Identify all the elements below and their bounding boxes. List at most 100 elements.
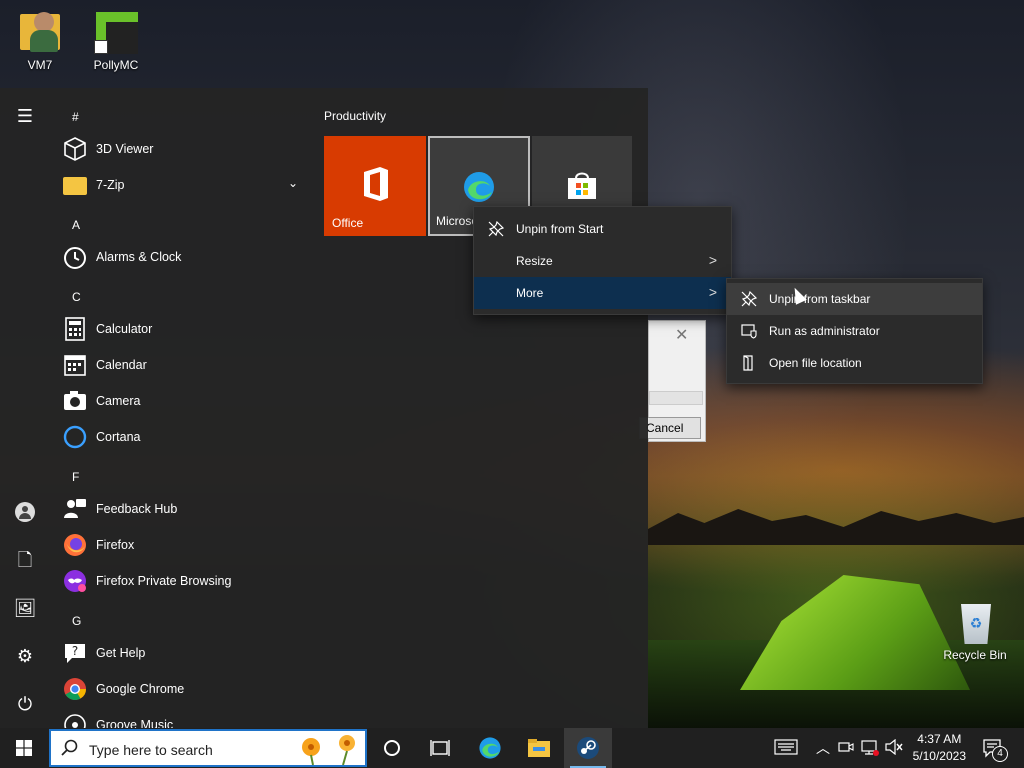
recycle-bin-icon: ♻ [953, 600, 997, 644]
app-calendar[interactable]: Calendar [62, 348, 312, 382]
file-explorer-icon [528, 739, 550, 760]
power-icon[interactable]: ⏻ [13, 692, 37, 716]
taskbar-steam-button[interactable] [564, 728, 612, 768]
chevron-up-icon[interactable]: ︿ [816, 738, 830, 758]
hamburger-menu-icon[interactable]: ☰ [13, 104, 37, 128]
clock-time: 4:37 AM [917, 732, 962, 746]
help-icon: ? [62, 640, 88, 666]
app-calculator[interactable]: Calculator [62, 312, 312, 346]
shield-window-icon [741, 323, 757, 339]
network-icon[interactable] [861, 740, 879, 759]
search-placeholder: Type here to search [89, 742, 213, 758]
app-name: Google Chrome [96, 682, 185, 696]
pictures-icon[interactable]: 🖼 [13, 596, 37, 620]
app-groove-music[interactable]: Groove Music [62, 708, 312, 728]
notification-badge: 4 [992, 746, 1008, 762]
app-cortana[interactable]: Cortana [62, 420, 312, 454]
chevron-down-icon[interactable]: ⌄ [288, 176, 298, 190]
more-submenu: Unpin from taskbar Run as administrator … [726, 278, 983, 384]
app-firefox-private[interactable]: Firefox Private Browsing [62, 564, 312, 598]
close-icon[interactable]: ✕ [675, 325, 688, 345]
menu-item-run-as-administrator[interactable]: Run as administrator [727, 315, 982, 347]
letter-header-f[interactable]: F [72, 470, 79, 484]
feedback-icon [62, 496, 88, 522]
app-feedback-hub[interactable]: Feedback Hub [62, 492, 312, 526]
start-menu: ☰ 🗋 🖼 ⚙ ⏻ # 3D Viewer 7-Zip ⌄ A Alarms &… [0, 88, 648, 728]
desktop-icon-vm7[interactable]: VM7 [2, 10, 78, 72]
chevron-right-icon: > [708, 284, 717, 300]
menu-item-unpin-from-taskbar[interactable]: Unpin from taskbar [727, 283, 982, 315]
tile-group-title[interactable]: Productivity [324, 109, 386, 123]
app-firefox[interactable]: Firefox [62, 528, 312, 562]
cancel-button-label: Cancel [646, 421, 684, 435]
menu-item-label: More [516, 286, 544, 300]
camera-icon [62, 388, 88, 414]
office-logo-icon [360, 166, 390, 202]
app-name: Get Help [96, 646, 146, 660]
menu-item-resize[interactable]: Resize > [474, 245, 731, 277]
app-name: Firefox Private Browsing [96, 574, 232, 588]
action-center-button[interactable]: 4 [982, 738, 1008, 762]
cortana-button[interactable] [368, 728, 416, 768]
app-name: 3D Viewer [96, 142, 154, 156]
app-name: Groove Music [96, 718, 174, 728]
folder-icon [62, 172, 88, 198]
steam-icon [576, 736, 600, 763]
tile-label: Microso [436, 214, 479, 228]
cortana-circle-icon [384, 740, 400, 756]
app-camera[interactable]: Camera [62, 384, 312, 418]
tile-label: Office [332, 216, 364, 230]
menu-item-label: Run as administrator [769, 324, 880, 338]
app-name: Alarms & Clock [96, 250, 182, 264]
dialog-input[interactable] [649, 391, 703, 405]
app-name: Firefox [96, 538, 135, 552]
taskbar-edge-button[interactable] [466, 728, 514, 768]
app-3d-viewer[interactable]: 3D Viewer [62, 132, 312, 166]
menu-item-label: Unpin from taskbar [769, 292, 871, 306]
start-rail: ☰ 🗋 🖼 ⚙ ⏻ [0, 88, 50, 728]
app-7zip[interactable]: 7-Zip ⌄ [62, 168, 312, 202]
app-name: Calculator [96, 322, 153, 336]
windows-logo-icon [16, 740, 32, 759]
taskbar-file-explorer-button[interactable] [515, 728, 563, 768]
documents-icon[interactable]: 🗋 [13, 548, 37, 572]
menu-item-more[interactable]: More > [474, 277, 731, 309]
app-alarms-clock[interactable]: Alarms & Clock [62, 240, 312, 274]
letter-header-a[interactable]: A [72, 218, 80, 232]
desktop-icon-pollymc[interactable]: PollyMC [78, 10, 154, 72]
menu-item-unpin-from-start[interactable]: Unpin from Start [474, 213, 731, 245]
edge-icon [478, 736, 502, 763]
letter-header-g[interactable]: G [72, 614, 81, 628]
app-google-chrome[interactable]: Google Chrome [62, 672, 312, 706]
settings-gear-icon[interactable]: ⚙ [13, 644, 37, 668]
background-dialog: ✕ Cancel [639, 320, 706, 442]
pollymc-icon [94, 10, 138, 54]
menu-item-open-file-location[interactable]: Open file location [727, 347, 982, 379]
clock-date: 5/10/2023 [912, 749, 966, 763]
desktop-icon-label: VM7 [27, 58, 53, 72]
mountain-silhouette [648, 509, 1024, 545]
app-get-help[interactable]: ? Get Help [62, 636, 312, 670]
task-view-button[interactable] [416, 728, 464, 768]
tile-office[interactable]: Office [324, 136, 426, 236]
keyboard-icon[interactable] [774, 739, 798, 758]
cancel-button[interactable]: Cancel [639, 417, 701, 439]
file-location-icon [741, 355, 757, 371]
store-bag-icon [566, 170, 598, 200]
letter-header-c[interactable]: C [72, 290, 81, 304]
start-button[interactable] [0, 728, 48, 768]
search-box[interactable]: Type here to search [49, 729, 367, 767]
green-tent-image [740, 575, 970, 690]
desktop-icon-recycle-bin[interactable]: ♻ Recycle Bin [937, 600, 1013, 662]
chrome-icon [62, 676, 88, 702]
user-account-icon[interactable] [13, 500, 37, 524]
volume-muted-icon[interactable] [884, 738, 904, 758]
letter-header-hash[interactable]: # [72, 110, 79, 124]
desktop-icon-label: Recycle Bin [943, 648, 1007, 662]
taskbar: Type here to search ︿ 4:37 AM 5/10/2023 … [0, 728, 1024, 768]
tile-context-menu: Unpin from Start Resize > More > [473, 206, 732, 315]
clock[interactable]: 4:37 AM 5/10/2023 [913, 731, 966, 765]
camera-tray-icon[interactable] [838, 740, 854, 757]
search-highlight-flowers-icon [293, 733, 365, 766]
edge-icon [462, 170, 496, 204]
